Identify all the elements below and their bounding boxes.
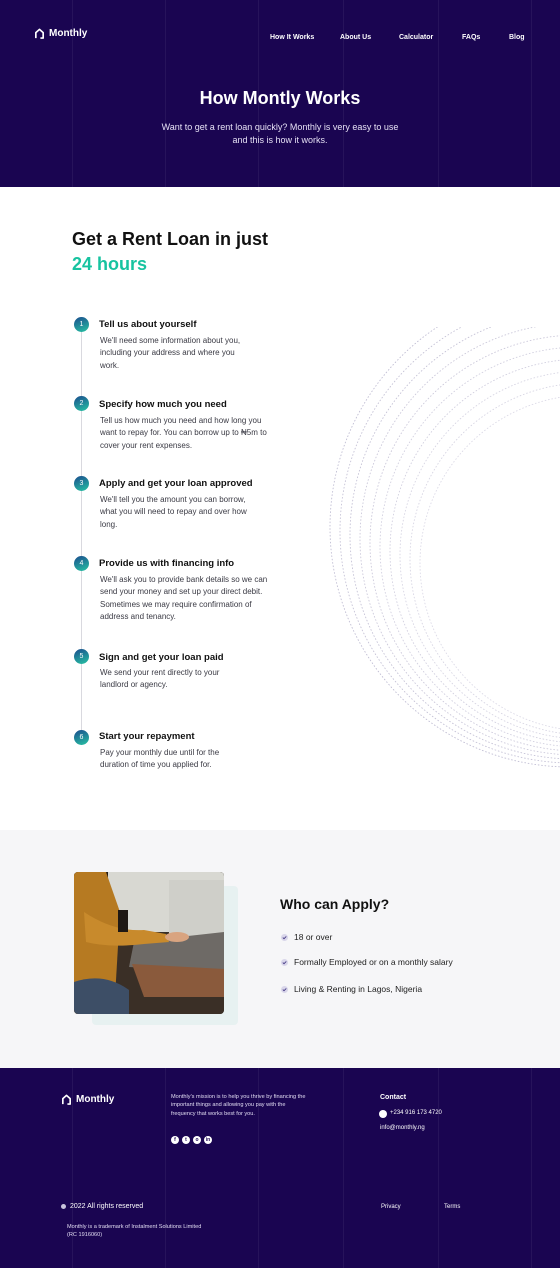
check-icon: [281, 934, 288, 941]
step-number: 4: [74, 556, 89, 571]
dotted-circle-decoration: [329, 327, 560, 768]
terms-link[interactable]: Terms: [444, 1204, 460, 1210]
nav-about-us[interactable]: About Us: [340, 34, 371, 41]
contact-phone[interactable]: +234 916 173 4720: [390, 1110, 442, 1116]
logo-text: Monthly: [49, 28, 88, 39]
timeline-line: [81, 324, 82, 738]
step-description: Tell us how much you need and how long y…: [100, 416, 267, 450]
site-footer: Monthly Monthly's mission is to help you…: [0, 1068, 560, 1268]
footer-logo[interactable]: Monthly: [61, 1094, 114, 1105]
contact-title: Contact: [380, 1094, 407, 1101]
step-description: We'll ask you to provide bank details so…: [100, 575, 268, 621]
footer-logo-text: Monthly: [76, 1094, 115, 1105]
nav-faqs[interactable]: FAQs: [462, 34, 480, 41]
trademark-text: Monthly is a trademark of Instalment Sol…: [67, 1224, 202, 1239]
step-description: We'll need some information about you, i…: [100, 336, 241, 370]
laptop-photo: [74, 872, 224, 1014]
step-description: We send your rent directly to your landl…: [100, 668, 220, 690]
step-number: 6: [74, 730, 89, 745]
apply-requirement: 18 or over: [294, 932, 333, 942]
house-logo-icon: [62, 1094, 71, 1105]
grid-line: [343, 1068, 344, 1268]
nav-calculator[interactable]: Calculator: [399, 34, 433, 41]
step-title: Tell us about yourself: [99, 319, 197, 330]
nav-how-it-works[interactable]: How It Works: [270, 34, 314, 41]
steps-heading: Get a Rent Loan in just: [72, 229, 269, 249]
page-subtitle: Want to get a rent loan quickly? Monthly…: [161, 122, 399, 145]
contact-email[interactable]: info@monthly.ng: [380, 1125, 425, 1131]
steps-heading-accent: 24 hours: [72, 254, 148, 274]
linkedin-icon[interactable]: in: [204, 1136, 212, 1144]
step-number: 3: [74, 476, 89, 491]
grid-line: [438, 1068, 439, 1268]
apply-requirement: Formally Employed or on a monthly salary: [294, 957, 453, 967]
person-typing-illustration: [74, 872, 224, 1014]
grid-line: [531, 1068, 532, 1268]
whatsapp-icon: [379, 1110, 387, 1118]
step-number: 5: [74, 649, 89, 664]
apply-requirement: Living & Renting in Lagos, Nigeria: [294, 984, 423, 994]
who-can-apply-section: Who can Apply? 18 or over Formally Emplo…: [0, 830, 560, 1068]
steps-section: Get a Rent Loan in just 24 hours 1 Tell …: [0, 187, 560, 830]
step-title: Specify how much you need: [99, 399, 227, 410]
step-description: Pay your monthly due until for the durat…: [100, 748, 220, 770]
step-title: Apply and get your loan approved: [99, 478, 253, 489]
hero-header: Monthly How It Works About Us Calculator…: [0, 0, 560, 187]
copyright-text: 2022 All rights reserved: [70, 1203, 144, 1210]
footer-mission: Monthly's mission is to help you thrive …: [171, 1094, 306, 1117]
nav-blog[interactable]: Blog: [509, 34, 525, 41]
page-title: How Montly Works: [199, 88, 361, 108]
logo[interactable]: Monthly: [34, 28, 87, 39]
step-title: Sign and get your loan paid: [99, 652, 224, 663]
apply-title: Who can Apply?: [280, 896, 390, 912]
step-number: 2: [74, 396, 89, 411]
step-description: We'll tell you the amount you can borrow…: [100, 495, 247, 529]
step-number: 1: [74, 317, 89, 332]
copyright-icon: [61, 1204, 66, 1209]
check-icon: [281, 959, 288, 966]
check-icon: [281, 986, 288, 993]
instagram-icon[interactable]: o: [193, 1136, 201, 1144]
facebook-icon[interactable]: f: [171, 1136, 179, 1144]
house-logo-icon: [35, 28, 44, 39]
step-title: Provide us with financing info: [99, 558, 235, 569]
twitter-icon[interactable]: t: [182, 1136, 190, 1144]
step-title: Start your repayment: [99, 731, 195, 742]
privacy-link[interactable]: Privacy: [381, 1204, 401, 1210]
